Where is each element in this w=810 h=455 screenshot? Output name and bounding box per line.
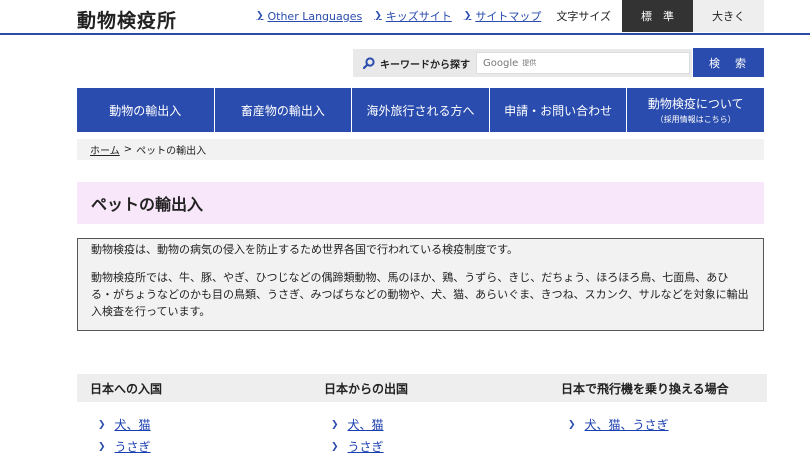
page-title: ペットの輸出入 bbox=[77, 182, 764, 224]
chevron-right-icon: ❯ bbox=[374, 11, 382, 21]
search-label: キーワードから探す bbox=[380, 59, 470, 71]
google-label: Google bbox=[483, 57, 519, 69]
nav-item-label: 動物の輸出入 bbox=[109, 103, 182, 118]
chevron-right-icon: ❯ bbox=[255, 11, 264, 21]
other-languages-label[interactable]: Other Languages bbox=[267, 10, 362, 23]
kids-site-label[interactable]: キッズサイト bbox=[386, 8, 452, 24]
font-size-label: 文字サイズ bbox=[556, 10, 611, 23]
breadcrumb-separator: > bbox=[123, 144, 133, 155]
chevron-right-icon: ❯ bbox=[463, 11, 472, 21]
column-title-entry: 日本への入国 bbox=[90, 381, 163, 396]
utility-bar: ❯ Other Languages ❯ キッズサイト ❯ サイトマップ 文字サイ… bbox=[256, 0, 764, 32]
header-divider bbox=[0, 33, 810, 35]
search-field[interactable]: Google bbox=[476, 52, 690, 74]
sitemap-link[interactable]: ❯ サイトマップ bbox=[464, 8, 542, 24]
other-languages-link[interactable]: ❯ Other Languages bbox=[256, 10, 362, 23]
nav-item-about[interactable]: 動物検疫について （採用情報はこちら） bbox=[627, 88, 764, 132]
search-icon bbox=[363, 57, 375, 69]
chevron-right-icon: ❯ bbox=[98, 441, 106, 452]
nav-item-label: 海外旅行される方へ bbox=[366, 103, 475, 118]
nav-item-label: 申請・お問い合わせ bbox=[504, 103, 613, 118]
search-button[interactable]: 検 索 bbox=[693, 48, 764, 77]
column-title-exit: 日本からの出国 bbox=[324, 381, 409, 396]
nav-item-overseas-travelers[interactable]: 海外旅行される方へ bbox=[352, 88, 490, 132]
chevron-right-icon: ❯ bbox=[98, 419, 106, 430]
site-logo[interactable]: 動物検疫所 bbox=[77, 6, 177, 33]
breadcrumb: ホーム > ペットの輸出入 bbox=[77, 139, 764, 160]
global-nav: 動物の輸出入 畜産物の輸出入 海外旅行される方へ 申請・お問い合わせ 動物検疫に… bbox=[77, 88, 764, 132]
link-exit-dogs-cats[interactable]: ❯ 犬、猫 bbox=[331, 416, 384, 433]
search-input[interactable] bbox=[522, 53, 689, 73]
chevron-right-icon: ❯ bbox=[331, 419, 339, 430]
column-title-transit: 日本で飛行機を乗り換える場合 bbox=[561, 381, 729, 396]
intro-text: 動物検疫は、動物の病気の侵入を防止するため世界各国で行われている検疫制度です。 bbox=[91, 243, 519, 256]
nav-item-livestock-products[interactable]: 畜産物の輸出入 bbox=[215, 88, 353, 132]
link-label[interactable]: うさぎ bbox=[115, 438, 151, 455]
nav-item-label: 畜産物の輸出入 bbox=[240, 103, 325, 118]
link-label[interactable]: 犬、猫 bbox=[115, 416, 151, 433]
sitemap-label[interactable]: サイトマップ bbox=[475, 8, 541, 24]
intro-body-text: 動物検疫所では、牛、豚、やぎ、ひつじなどの偶蹄類動物、馬のほか、鶏、うずら、きじ… bbox=[91, 271, 749, 318]
link-transit-dogs-cats-rabbits[interactable]: ❯ 犬、猫、うさぎ bbox=[568, 416, 669, 433]
font-size-standard-button[interactable]: 標 準 bbox=[622, 0, 693, 32]
link-label[interactable]: うさぎ bbox=[348, 438, 384, 455]
link-entry-rabbits[interactable]: ❯ うさぎ bbox=[98, 438, 151, 455]
chevron-right-icon: ❯ bbox=[568, 419, 576, 430]
nav-item-label: 動物検疫について bbox=[647, 97, 744, 111]
chevron-right-icon: ❯ bbox=[331, 441, 339, 452]
breadcrumb-home-link[interactable]: ホーム bbox=[90, 142, 120, 157]
font-size-large-button[interactable]: 大きく bbox=[693, 0, 764, 32]
search-area: キーワードから探す Google bbox=[353, 49, 692, 77]
nav-item-applications-contact[interactable]: 申請・お問い合わせ bbox=[490, 88, 628, 132]
intro-box: 動物検疫は、動物の病気の侵入を防止するため世界各国で行われている検疫制度です。 … bbox=[77, 238, 764, 331]
link-label[interactable]: 犬、猫、うさぎ bbox=[585, 416, 669, 433]
nav-item-sublabel: （採用情報はこちら） bbox=[655, 115, 736, 124]
breadcrumb-current: ペットの輸出入 bbox=[136, 146, 207, 157]
link-entry-dogs-cats[interactable]: ❯ 犬、猫 bbox=[98, 416, 151, 433]
link-label[interactable]: 犬、猫 bbox=[348, 416, 384, 433]
nav-item-animal-import-export[interactable]: 動物の輸出入 bbox=[77, 88, 215, 132]
kids-site-link[interactable]: ❯ キッズサイト bbox=[374, 8, 452, 24]
link-exit-rabbits[interactable]: ❯ うさぎ bbox=[331, 438, 384, 455]
